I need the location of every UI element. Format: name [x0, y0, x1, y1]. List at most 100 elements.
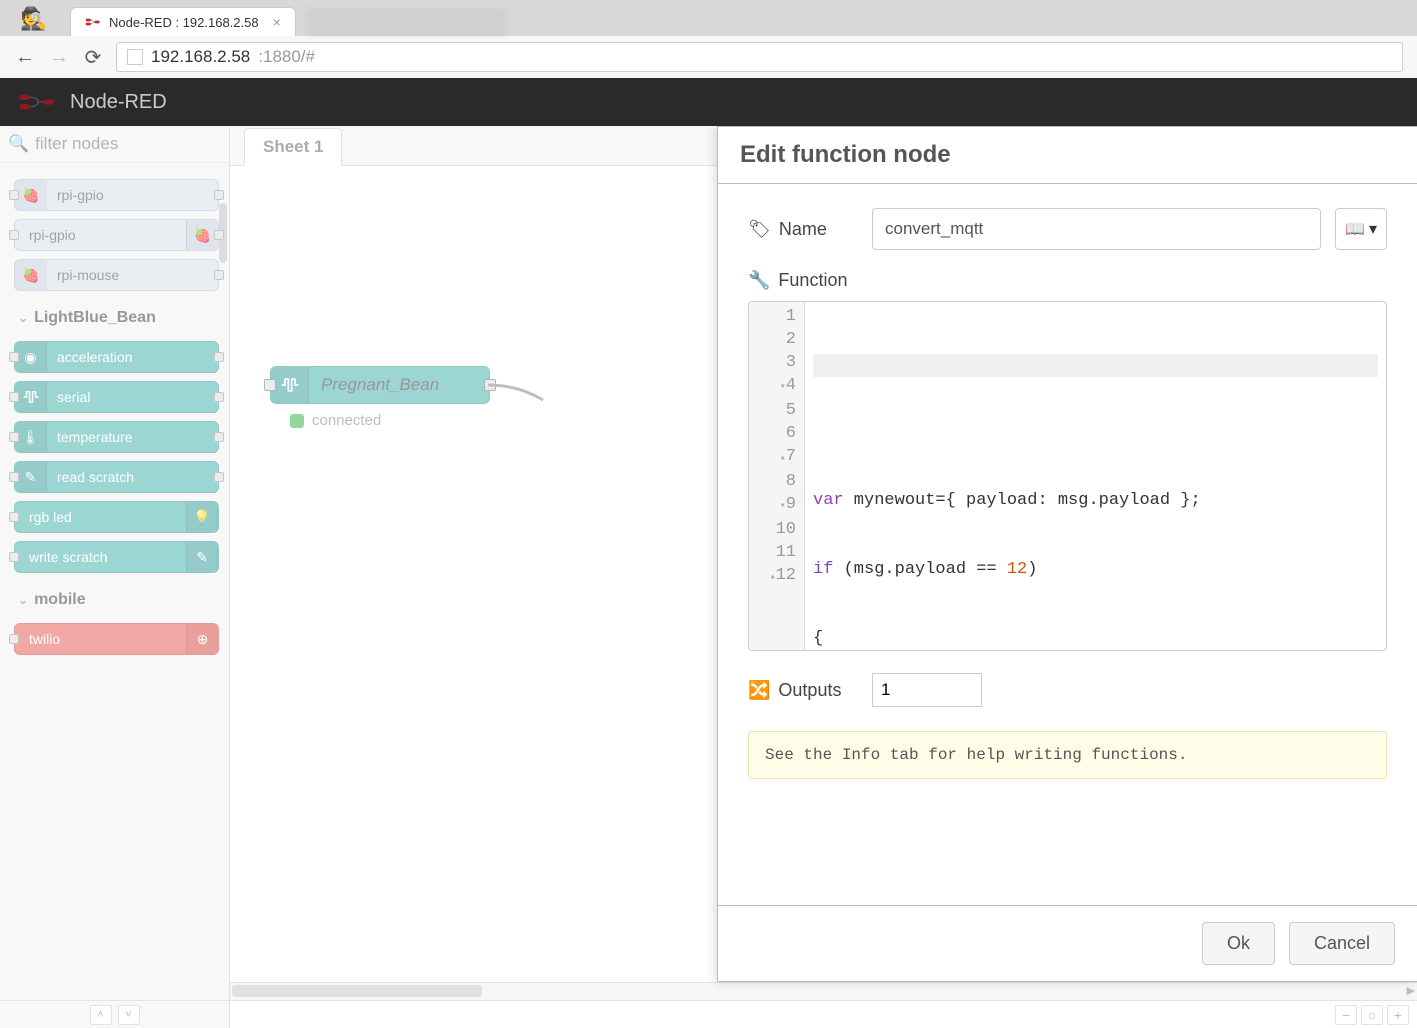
node-label: rpi-gpio: [15, 227, 186, 243]
incognito-icon: 🕵️: [20, 6, 47, 32]
node-port: [9, 512, 19, 522]
palette-scroll[interactable]: 🍓 rpi-gpio rpi-gpio 🍓 🍓 rpi-mouse ⌄ Ligh…: [0, 163, 229, 1000]
node-label: serial: [47, 389, 218, 405]
cancel-button[interactable]: Cancel: [1289, 922, 1395, 965]
name-input[interactable]: [872, 208, 1321, 250]
palette-node-rpi-gpio-out[interactable]: rpi-gpio 🍓: [14, 219, 219, 251]
nodered-header: Node-RED: [0, 78, 1417, 126]
flow-node-status: connected: [290, 412, 381, 429]
code-editor[interactable]: 123▾456▴78▾91011▴12 var mynewout={ paylo…: [748, 301, 1387, 651]
code-content[interactable]: var mynewout={ payload: msg.payload }; i…: [805, 302, 1386, 650]
ok-button[interactable]: Ok: [1202, 922, 1275, 965]
palette-collapse-down-button[interactable]: ˅: [118, 1005, 140, 1025]
tag-icon: 🏷: [748, 219, 771, 240]
wave-icon: [271, 367, 309, 403]
tab-title: Node-RED : 192.168.2.58: [109, 15, 259, 30]
workspace-tab-active[interactable]: Sheet 1: [244, 128, 342, 166]
shuffle-icon: 🔀: [748, 680, 770, 701]
browser-chrome: 🕵️ Node-RED : 192.168.2.58 × ← → ⟳ 192.1…: [0, 0, 1417, 78]
book-icon: 📖: [1345, 219, 1365, 239]
palette-category-lightblue[interactable]: ⌄ LightBlue_Bean: [14, 299, 219, 333]
node-port: [9, 634, 19, 644]
palette-node-acceleration[interactable]: ◉ acceleration: [14, 341, 219, 373]
palette-footer: ˄ ˅: [0, 1000, 229, 1028]
scroll-right-icon[interactable]: ▶: [1407, 984, 1415, 997]
node-label: rpi-mouse: [47, 267, 218, 283]
node-input-port[interactable]: [264, 379, 276, 391]
zoom-in-button[interactable]: +: [1387, 1005, 1409, 1025]
status-dot-icon: [290, 414, 304, 428]
filter-input[interactable]: [35, 134, 256, 154]
palette-node-serial[interactable]: serial: [14, 381, 219, 413]
wave-icon: [15, 382, 47, 412]
node-port: [214, 392, 224, 402]
node-port: [214, 270, 224, 280]
chevron-down-icon: ⌄: [18, 311, 28, 325]
pencil-icon: ✎: [186, 542, 218, 572]
edit-tray: Edit function node 🏷 Name 📖 ▾ 🔧 Function…: [717, 126, 1417, 982]
workspace-footer: − ○ +: [230, 1000, 1417, 1028]
gauge-icon: ◉: [15, 342, 47, 372]
palette-node-rpi-mouse[interactable]: 🍓 rpi-mouse: [14, 259, 219, 291]
code-gutter: 123▾456▴78▾91011▴12: [749, 302, 805, 650]
node-port: [214, 472, 224, 482]
palette-node-write-scratch[interactable]: write scratch ✎: [14, 541, 219, 573]
palette-node-rpi-gpio-in[interactable]: 🍓 rpi-gpio: [14, 179, 219, 211]
browser-toolbar: ← → ⟳ 192.168.2.58 :1880/#: [0, 36, 1417, 78]
palette-sidebar: 🔍 🍓 rpi-gpio rpi-gpio 🍓 🍓 rpi-mouse: [0, 126, 230, 1028]
zoom-reset-button[interactable]: ○: [1361, 1005, 1383, 1025]
browser-tab-inactive[interactable]: [306, 8, 506, 36]
page-icon: [127, 49, 143, 65]
outputs-row: 🔀 Outputs: [748, 673, 1387, 707]
header-title: Node-RED: [70, 91, 167, 114]
browser-tab-active[interactable]: Node-RED : 192.168.2.58 ×: [70, 7, 296, 36]
tray-footer: Ok Cancel: [718, 905, 1417, 981]
wrench-icon: 🔧: [748, 270, 770, 291]
node-label: temperature: [47, 429, 218, 445]
nodered-logo-icon: [18, 90, 58, 114]
help-dropdown-button[interactable]: 📖 ▾: [1335, 208, 1387, 250]
outputs-input[interactable]: [872, 673, 982, 707]
node-label: acceleration: [47, 349, 218, 365]
node-port: [9, 432, 19, 442]
scrollbar-thumb[interactable]: [232, 985, 482, 997]
node-port: [214, 230, 224, 240]
info-banner: See the Info tab for help writing functi…: [748, 731, 1387, 779]
reload-button[interactable]: ⟳: [82, 46, 104, 68]
palette-category-mobile[interactable]: ⌄ mobile: [14, 581, 219, 615]
node-port: [214, 432, 224, 442]
name-row: 🏷 Name 📖 ▾: [748, 208, 1387, 250]
cursor-line-highlight: [813, 354, 1378, 377]
palette-node-twilio[interactable]: twilio ⊕: [14, 623, 219, 655]
node-port: [9, 352, 19, 362]
node-label: read scratch: [47, 469, 218, 485]
palette-node-read-scratch[interactable]: ✎ read scratch: [14, 461, 219, 493]
forward-button: →: [48, 46, 70, 68]
pencil-icon: ✎: [15, 462, 47, 492]
node-port: [9, 552, 19, 562]
zoom-out-button[interactable]: −: [1335, 1005, 1357, 1025]
node-label: rgb led: [15, 509, 186, 525]
url-rest: :1880/#: [258, 47, 315, 67]
category-label: LightBlue_Bean: [34, 309, 156, 327]
node-port: [9, 230, 19, 240]
outputs-label: 🔀 Outputs: [748, 680, 858, 701]
palette-node-temperature[interactable]: 🌡 temperature: [14, 421, 219, 453]
status-text: connected: [312, 412, 381, 429]
node-port: [9, 472, 19, 482]
workspace-hscrollbar[interactable]: ▶: [230, 982, 1417, 1000]
node-label: rpi-gpio: [47, 187, 218, 203]
address-bar[interactable]: 192.168.2.58 :1880/#: [116, 42, 1403, 72]
palette-filter[interactable]: 🔍: [0, 126, 229, 163]
palette-node-rgb-led[interactable]: rgb led 💡: [14, 501, 219, 533]
flow-node-pregnant-bean[interactable]: Pregnant_Bean: [270, 366, 490, 404]
bulb-icon: 💡: [186, 502, 218, 532]
back-button[interactable]: ←: [14, 46, 36, 68]
url-host: 192.168.2.58: [151, 47, 250, 67]
node-label: write scratch: [15, 549, 186, 565]
tab-close-icon[interactable]: ×: [273, 14, 281, 30]
palette-collapse-up-button[interactable]: ˄: [90, 1005, 112, 1025]
flow-wire: [488, 380, 548, 410]
thermometer-icon: 🌡: [15, 422, 47, 452]
tray-title: Edit function node: [718, 127, 1417, 184]
